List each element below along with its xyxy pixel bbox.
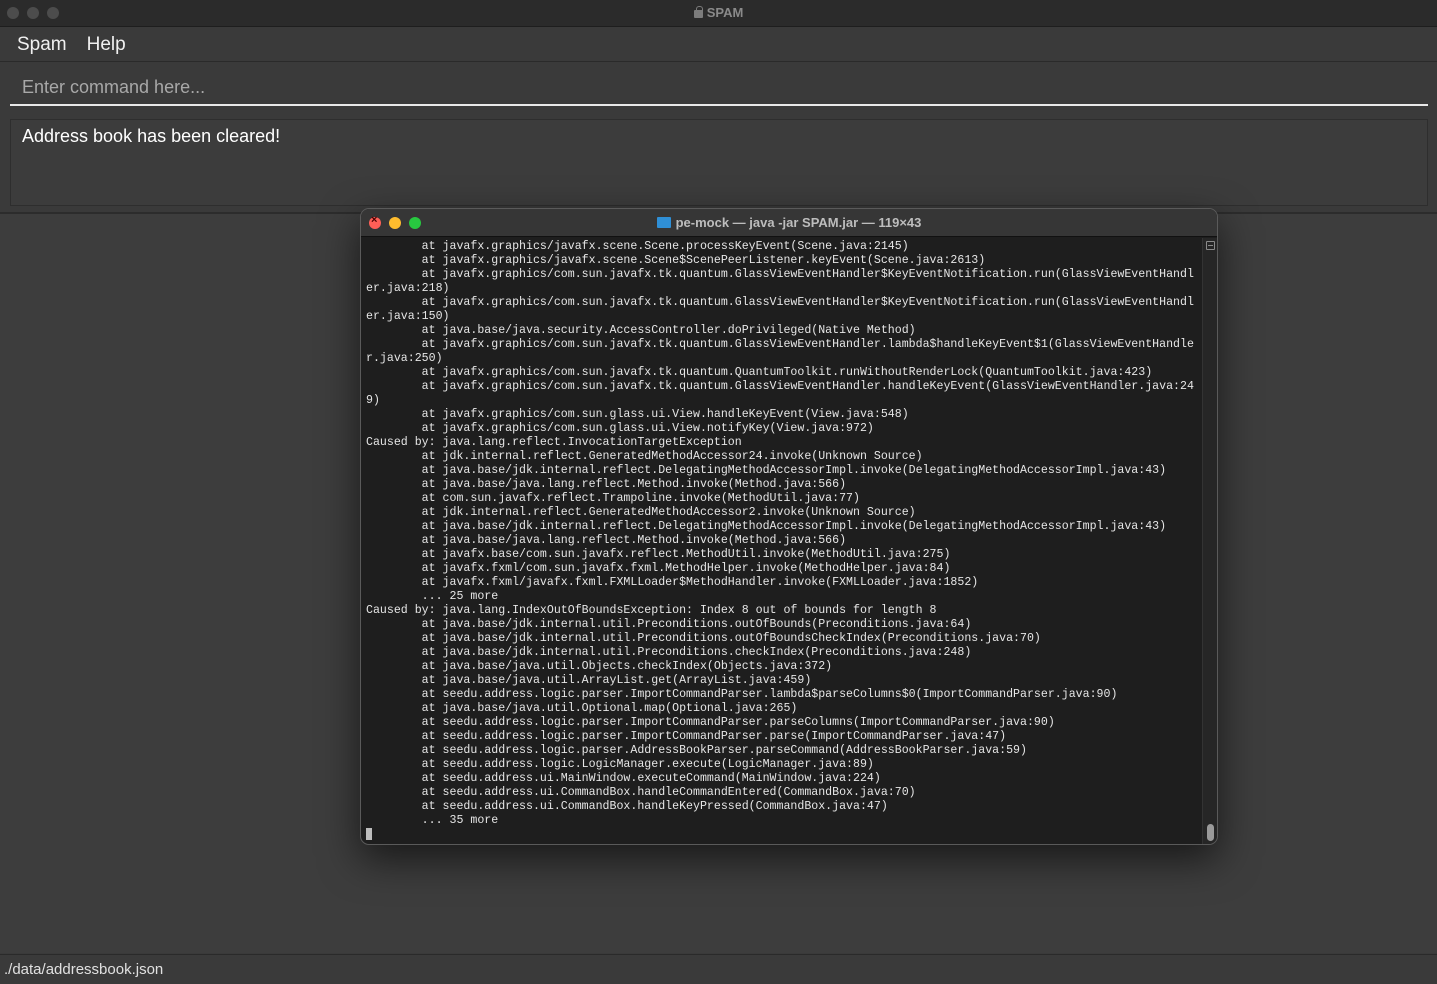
terminal-cursor (366, 828, 372, 840)
terminal-title-text: pe-mock — java -jar SPAM.jar — 119×43 (675, 215, 922, 230)
menu-help[interactable]: Help (77, 34, 136, 56)
terminal-line: Caused by: java.lang.IndexOutOfBoundsExc… (366, 604, 937, 617)
terminal-line: at java.base/jdk.internal.util.Precondit… (366, 618, 972, 631)
terminal-line: at java.base/java.util.Optional.map(Opti… (366, 702, 798, 715)
terminal-line: at seedu.address.logic.LogicManager.exec… (366, 758, 874, 771)
terminal-line: ... 35 more (366, 814, 499, 827)
terminal-line: Caused by: java.lang.reflect.InvocationT… (366, 436, 742, 449)
folder-icon (656, 217, 671, 228)
terminal-line: at javafx.graphics/javafx.scene.Scene.pr… (366, 240, 909, 253)
terminal-line: at seedu.address.logic.parser.ImportComm… (366, 730, 1007, 743)
app-title-text: SPAM (706, 5, 744, 20)
terminal-line: at java.base/java.util.ArrayList.get(Arr… (366, 674, 812, 687)
terminal-line: at javafx.graphics/javafx.scene.Scene$Sc… (366, 254, 986, 267)
terminal-line: at java.base/jdk.internal.util.Precondit… (366, 632, 1041, 645)
save-location: ./data/addressbook.json (4, 961, 164, 978)
app-lock-icon (693, 6, 703, 18)
terminal-line: at javafx.graphics/com.sun.javafx.tk.qua… (366, 380, 1194, 393)
terminal-line: er.java:218) (366, 282, 450, 295)
scroll-marks-icon[interactable] (1206, 241, 1215, 250)
terminal-scrollbar[interactable] (1202, 238, 1217, 844)
terminal-line: r.java:250) (366, 352, 443, 365)
terminal-line: at seedu.address.ui.CommandBox.handleCom… (366, 786, 916, 799)
terminal-line: at javafx.graphics/com.sun.glass.ui.View… (366, 408, 909, 421)
terminal-title: pe-mock — java -jar SPAM.jar — 119×43 (361, 215, 1217, 230)
terminal-line: at java.base/jdk.internal.util.Precondit… (366, 646, 972, 659)
terminal-line: at javafx.graphics/com.sun.javafx.tk.qua… (366, 338, 1194, 351)
menu-spam[interactable]: Spam (0, 34, 77, 56)
terminal-line: at jdk.internal.reflect.GeneratedMethodA… (366, 450, 923, 463)
terminal-line: at java.base/java.lang.reflect.Method.in… (366, 534, 847, 547)
terminal-line: at javafx.base/com.sun.javafx.reflect.Me… (366, 548, 951, 561)
terminal-window: pe-mock — java -jar SPAM.jar — 119×43 at… (360, 208, 1218, 845)
result-display: Address book has been cleared! (10, 119, 1428, 206)
terminal-line: at seedu.address.ui.MainWindow.executeCo… (366, 772, 881, 785)
status-bar: ./data/addressbook.json (0, 954, 1437, 984)
terminal-line: 9) (366, 394, 380, 407)
terminal-line: er.java:150) (366, 310, 450, 323)
terminal-line: at javafx.graphics/com.sun.glass.ui.View… (366, 422, 874, 435)
terminal-line: at jdk.internal.reflect.GeneratedMethodA… (366, 506, 916, 519)
terminal-line: ... 25 more (366, 590, 499, 603)
terminal-line: at java.base/jdk.internal.reflect.Delega… (366, 464, 1167, 477)
terminal-line: at javafx.graphics/com.sun.javafx.tk.qua… (366, 268, 1194, 281)
terminal-line: at seedu.address.logic.parser.ImportComm… (366, 688, 1118, 701)
command-input[interactable] (10, 70, 1428, 104)
terminal-line: at seedu.address.logic.parser.ImportComm… (366, 716, 1055, 729)
terminal-line: at com.sun.javafx.reflect.Trampoline.inv… (366, 492, 860, 505)
app-title: SPAM (0, 5, 1437, 20)
terminal-line: at java.base/java.lang.reflect.Method.in… (366, 478, 847, 491)
terminal-line: at seedu.address.logic.parser.AddressBoo… (366, 744, 1027, 757)
scroll-thumb[interactable] (1207, 824, 1214, 841)
terminal-line: at java.base/jdk.internal.reflect.Delega… (366, 520, 1167, 533)
terminal-line: at seedu.address.ui.CommandBox.handleKey… (366, 800, 888, 813)
terminal-line: at java.base/java.util.Objects.checkInde… (366, 660, 833, 673)
menu-bar: Spam Help (0, 28, 1437, 62)
terminal-titlebar[interactable]: pe-mock — java -jar SPAM.jar — 119×43 (361, 209, 1217, 237)
terminal-line: at javafx.fxml/com.sun.javafx.fxml.Metho… (366, 562, 951, 575)
terminal-line: at javafx.graphics/com.sun.javafx.tk.qua… (366, 296, 1194, 309)
terminal-prompt-line (366, 828, 1199, 843)
terminal-line: at javafx.fxml/javafx.fxml.FXMLLoader$Me… (366, 576, 979, 589)
app-titlebar: SPAM (0, 0, 1437, 27)
terminal-line: at javafx.graphics/com.sun.javafx.tk.qua… (366, 366, 1153, 379)
terminal-output[interactable]: at javafx.graphics/javafx.scene.Scene.pr… (361, 238, 1204, 844)
command-box (10, 70, 1428, 106)
terminal-line: at java.base/java.security.AccessControl… (366, 324, 916, 337)
result-message: Address book has been cleared! (22, 126, 281, 146)
